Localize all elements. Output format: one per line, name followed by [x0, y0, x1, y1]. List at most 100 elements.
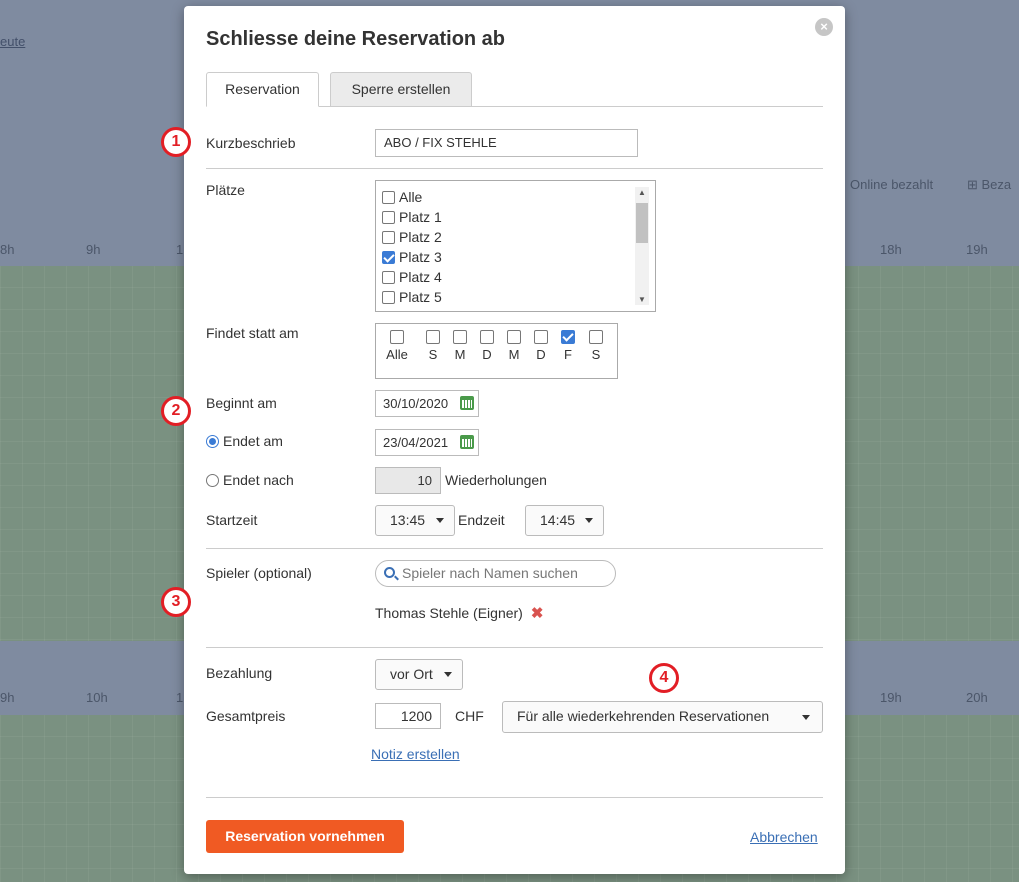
findet-statt-label: Findet statt am: [206, 325, 299, 341]
day-label: D: [482, 347, 492, 362]
hour-label: 18h: [880, 242, 902, 257]
checkbox-checked[interactable]: [382, 251, 395, 264]
checkbox[interactable]: [382, 231, 395, 244]
annotation-marker: 4: [649, 663, 679, 693]
remove-player-icon[interactable]: ✖: [531, 605, 544, 622]
day-label: S: [591, 347, 601, 362]
scroll-down-icon[interactable]: ▼: [635, 295, 649, 304]
day-checkbox[interactable]: D: [473, 330, 501, 362]
divider: [206, 548, 823, 549]
list-item-label: Platz 4: [399, 269, 442, 285]
calendar-icon[interactable]: [460, 435, 474, 449]
day-checkbox-alle[interactable]: Alle: [383, 330, 411, 362]
player-search-input[interactable]: Spieler nach Namen suchen: [375, 560, 616, 587]
close-icon[interactable]: ×: [815, 18, 833, 36]
radio-selected[interactable]: [206, 435, 219, 448]
price-scope-value: Für alle wiederkehrenden Reservationen: [517, 708, 770, 724]
cancel-link[interactable]: Abbrechen: [750, 829, 818, 845]
repetitions-input[interactable]: 10: [375, 467, 441, 494]
scroll-up-icon[interactable]: ▲: [635, 188, 649, 197]
list-item[interactable]: Platz 2: [382, 227, 442, 247]
payment-value: vor Ort: [390, 666, 433, 682]
divider: [206, 168, 823, 169]
spieler-label: Spieler (optional): [206, 565, 312, 581]
bezahlung-label: Bezahlung: [206, 665, 273, 681]
player-name: Thomas Stehle (Eigner): [375, 605, 523, 621]
chevron-down-icon: [436, 518, 444, 523]
tab-reservation[interactable]: Reservation: [206, 72, 319, 107]
checkbox[interactable]: [382, 271, 395, 284]
hour-label: 19h: [966, 242, 988, 257]
endet-nach-label: Endet nach: [223, 472, 294, 488]
start-date-input[interactable]: 30/10/2020: [375, 390, 479, 417]
chevron-down-icon: [585, 518, 593, 523]
list-item[interactable]: Platz 4: [382, 267, 442, 287]
radio[interactable]: [206, 474, 219, 487]
repetitions-suffix: Wiederholungen: [445, 472, 547, 488]
hour-label: 20h: [966, 690, 988, 705]
list-item-label: Platz 2: [399, 229, 442, 245]
scroll-thumb[interactable]: [636, 203, 648, 243]
hour-label: 10h: [86, 690, 108, 705]
gesamtpreis-label: Gesamtpreis: [206, 708, 286, 724]
startzeit-label: Startzeit: [206, 512, 258, 528]
price-scope-select[interactable]: Für alle wiederkehrenden Reservationen: [502, 701, 823, 733]
divider: [206, 797, 823, 798]
list-item[interactable]: Platz 5: [382, 287, 442, 305]
list-item-label: Platz 3: [399, 249, 442, 265]
calendar-icon[interactable]: [460, 396, 474, 410]
end-date-value: 23/04/2021: [383, 435, 449, 450]
day-checkbox-checked[interactable]: F: [554, 330, 582, 362]
total-price-input[interactable]: 1200: [375, 703, 441, 729]
endet-am-option[interactable]: Endet am: [206, 433, 283, 449]
list-item[interactable]: Platz 3: [382, 247, 442, 267]
reservation-dialog: × Schliesse deine Reservation ab Reserva…: [184, 6, 845, 874]
plaetze-listbox[interactable]: Alle Platz 1 Platz 2 Platz 3 Platz 4 Pla…: [375, 180, 656, 312]
hour-label: 1: [176, 690, 184, 705]
list-item[interactable]: Platz 1: [382, 207, 442, 227]
day-checkbox[interactable]: S: [419, 330, 447, 362]
list-item-label: Platz 1: [399, 209, 442, 225]
checkbox[interactable]: [382, 291, 395, 304]
end-date-input[interactable]: 23/04/2021: [375, 429, 479, 456]
payment-select[interactable]: vor Ort: [375, 659, 463, 690]
day-checkbox[interactable]: M: [446, 330, 474, 362]
hour-label: 19h: [880, 690, 902, 705]
create-note-link[interactable]: Notiz erstellen: [371, 746, 460, 762]
divider: [206, 647, 823, 648]
annotation-marker: 3: [161, 587, 191, 617]
tab-sperre-erstellen[interactable]: Sperre erstellen: [330, 72, 472, 107]
day-label: M: [454, 347, 466, 362]
kurzbeschrieb-input[interactable]: ABO / FIX STEHLE: [375, 129, 638, 157]
day-checkbox[interactable]: D: [527, 330, 555, 362]
list-item[interactable]: Alle: [382, 187, 422, 207]
checkbox[interactable]: [382, 211, 395, 224]
plaetze-label: Plätze: [206, 182, 245, 198]
end-time-value: 14:45: [540, 512, 576, 528]
dialog-title: Schliesse deine Reservation ab: [206, 28, 506, 50]
hour-label: 8h: [0, 242, 15, 257]
day-checkbox[interactable]: M: [500, 330, 528, 362]
day-label: S: [428, 347, 438, 362]
tab-bar: Reservation Sperre erstellen: [206, 72, 823, 107]
endet-nach-option[interactable]: Endet nach: [206, 472, 294, 488]
player-entry: Thomas Stehle (Eigner) ✖: [375, 604, 543, 622]
hour-label: 9h: [0, 690, 15, 705]
checkbox[interactable]: [382, 191, 395, 204]
hour-label: 1: [176, 242, 184, 257]
start-time-select[interactable]: 13:45: [375, 505, 455, 536]
endet-am-label: Endet am: [223, 433, 283, 449]
today-link: eute: [0, 34, 26, 49]
chevron-down-icon: [802, 715, 810, 720]
day-label: Alle: [386, 347, 408, 362]
day-label: D: [536, 347, 546, 362]
day-checkbox[interactable]: S: [582, 330, 610, 362]
end-time-select[interactable]: 14:45: [525, 505, 604, 536]
list-item-label: Alle: [399, 189, 423, 205]
beginnt-am-label: Beginnt am: [206, 395, 277, 411]
annotation-marker: 2: [161, 396, 191, 426]
currency-label: CHF: [455, 708, 484, 724]
submit-reservation-button[interactable]: Reservation vornehmen: [206, 820, 404, 853]
scrollbar[interactable]: ▲ ▼: [635, 187, 649, 305]
day-label: M: [508, 347, 520, 362]
